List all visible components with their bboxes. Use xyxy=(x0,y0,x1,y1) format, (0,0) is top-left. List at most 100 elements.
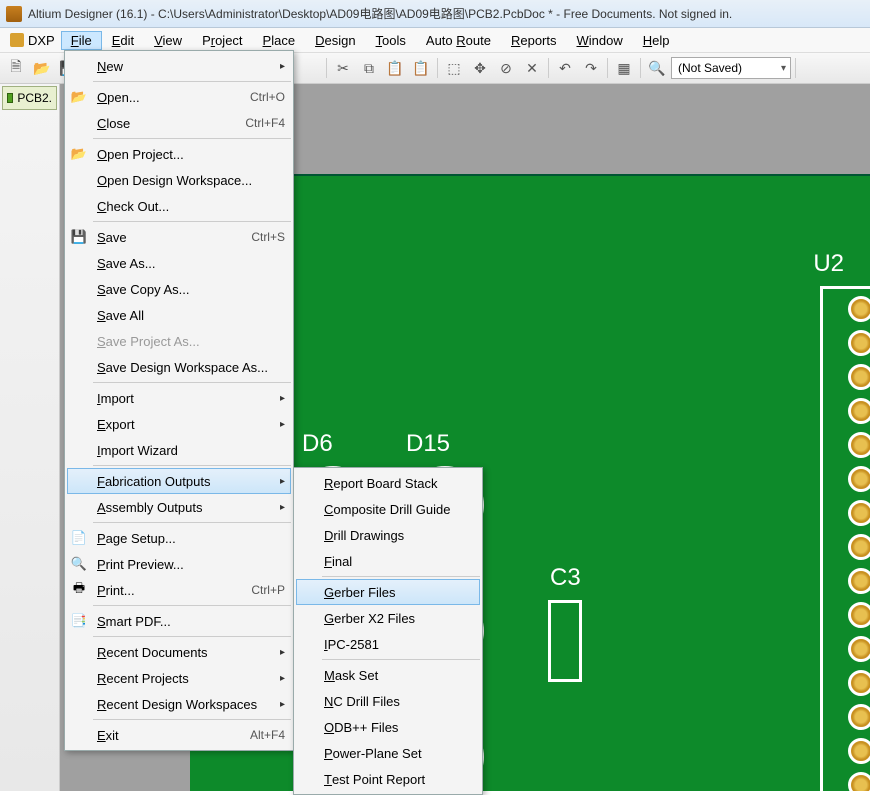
fab-nc-drill-files[interactable]: NC Drill Files xyxy=(296,688,480,714)
blank-icon xyxy=(69,331,89,351)
blank-icon xyxy=(69,642,89,662)
file-menu-save[interactable]: 💾SaveCtrl+S xyxy=(67,224,291,250)
open-icon[interactable]: 📂 xyxy=(30,56,54,80)
open-icon: 📂 xyxy=(69,144,89,164)
dxp-menu[interactable]: DXP xyxy=(4,33,61,48)
move-icon[interactable]: ✥ xyxy=(468,56,492,80)
file-menu-print-preview[interactable]: 🔍Print Preview... xyxy=(67,551,291,577)
fab-drill-drawings[interactable]: Drill Drawings xyxy=(296,522,480,548)
file-menu-recent-projects[interactable]: Recent Projects▸ xyxy=(67,665,291,691)
file-menu-save-design-workspace-as[interactable]: Save Design Workspace As... xyxy=(67,354,291,380)
blank-icon xyxy=(69,440,89,460)
file-menu-recent-documents[interactable]: Recent Documents▸ xyxy=(67,639,291,665)
file-menu-save-project-as: Save Project As... xyxy=(67,328,291,354)
paste-special-icon[interactable]: 📋 xyxy=(409,56,433,80)
file-menu-open-project[interactable]: 📂Open Project... xyxy=(67,141,291,167)
file-menu-recent-design-workspaces[interactable]: Recent Design Workspaces▸ xyxy=(67,691,291,717)
file-menu-dropdown: New▸ 📂Open...Ctrl+OCloseCtrl+F4 📂Open Proj… xyxy=(64,50,294,751)
file-menu-save-all[interactable]: Save All xyxy=(67,302,291,328)
menu-tools[interactable]: Tools xyxy=(366,31,416,50)
file-menu-new[interactable]: New▸ xyxy=(67,53,291,79)
label-d6: D6 xyxy=(302,430,333,458)
page-icon: 📄 xyxy=(69,528,89,548)
menu-design[interactable]: Design xyxy=(305,31,365,50)
fab-report-board-stack[interactable]: Report Board Stack xyxy=(296,470,480,496)
redo-icon[interactable]: ↷ xyxy=(579,56,603,80)
menu-reports[interactable]: Reports xyxy=(501,31,567,50)
file-menu-check-out[interactable]: Check Out... xyxy=(67,193,291,219)
menu-edit[interactable]: Edit xyxy=(102,31,144,50)
open-document-tab[interactable]: PCB2. xyxy=(2,86,57,110)
blank-icon xyxy=(69,357,89,377)
connector-pad xyxy=(848,466,870,492)
paste-icon[interactable]: 📋 xyxy=(383,56,407,80)
fab-ipc-2581[interactable]: IPC-2581 xyxy=(296,631,480,657)
browse-icon[interactable]: 🔍 xyxy=(645,56,669,80)
fab-composite-drill-guide[interactable]: Composite Drill Guide xyxy=(296,496,480,522)
file-menu-assembly-outputs[interactable]: Assembly Outputs▸ xyxy=(67,494,291,520)
menu-help[interactable]: Help xyxy=(633,31,680,50)
connector-pad xyxy=(848,772,870,791)
clear-icon[interactable]: ✕ xyxy=(520,56,544,80)
menu-place[interactable]: Place xyxy=(253,31,306,50)
layer-combo[interactable]: (Not Saved) xyxy=(671,57,791,79)
connector-pad xyxy=(848,364,870,390)
submenu-arrow-icon: ▸ xyxy=(280,502,285,513)
blank-icon xyxy=(69,56,89,76)
app-icon xyxy=(6,6,22,22)
blank-icon xyxy=(69,694,89,714)
menu-window[interactable]: Window xyxy=(567,31,633,50)
menu-file[interactable]: File xyxy=(61,31,102,50)
menu-view[interactable]: View xyxy=(144,31,192,50)
label-d15: D15 xyxy=(406,430,450,458)
fab-gerber-x2-files[interactable]: Gerber X2 Files xyxy=(296,605,480,631)
connector-pad xyxy=(848,432,870,458)
blank-icon xyxy=(69,305,89,325)
menu-project[interactable]: Project xyxy=(192,31,252,50)
file-menu-open[interactable]: 📂Open...Ctrl+O xyxy=(67,84,291,110)
blank-icon xyxy=(69,471,89,491)
file-menu-exit[interactable]: ExitAlt+F4 xyxy=(67,722,291,748)
blank-icon xyxy=(69,170,89,190)
file-menu-close[interactable]: CloseCtrl+F4 xyxy=(67,110,291,136)
file-menu-smart-pdf[interactable]: 📑Smart PDF... xyxy=(67,608,291,634)
cut-icon[interactable]: ✂ xyxy=(331,56,355,80)
connector-pad xyxy=(848,602,870,628)
menu-auto-route[interactable]: Auto Route xyxy=(416,31,501,50)
blank-icon xyxy=(69,196,89,216)
fab-power-plane-set[interactable]: Power-Plane Set xyxy=(296,740,480,766)
new-doc-icon[interactable]: 🗎 xyxy=(4,56,28,80)
select-icon[interactable]: ⬚ xyxy=(442,56,466,80)
connector-pad xyxy=(848,398,870,424)
dxp-icon xyxy=(10,33,24,47)
blank-icon xyxy=(69,414,89,434)
connector-pad xyxy=(848,568,870,594)
undo-icon[interactable]: ↶ xyxy=(553,56,577,80)
file-menu-export[interactable]: Export▸ xyxy=(67,411,291,437)
label-c3: C3 xyxy=(550,564,581,592)
file-menu-open-design-workspace[interactable]: Open Design Workspace... xyxy=(67,167,291,193)
print-icon: 🖶 xyxy=(69,580,89,600)
fab-test-point-report[interactable]: Test Point Report xyxy=(296,766,480,792)
file-menu-page-setup[interactable]: 📄Page Setup... xyxy=(67,525,291,551)
fab-mask-set[interactable]: Mask Set xyxy=(296,662,480,688)
thumbnail-icon[interactable]: ▦ xyxy=(612,56,636,80)
file-menu-print[interactable]: 🖶Print...Ctrl+P xyxy=(67,577,291,603)
label-u2: U2 xyxy=(813,250,844,278)
file-menu-fabrication-outputs[interactable]: Fabrication Outputs▸ xyxy=(67,468,291,494)
deselect-icon[interactable]: ⊘ xyxy=(494,56,518,80)
copy-icon[interactable]: ⧉ xyxy=(357,56,381,80)
window-title: Altium Designer (16.1) - C:\Users\Admini… xyxy=(28,5,732,22)
open-document-label: PCB2. xyxy=(17,91,52,105)
file-menu-save-copy-as[interactable]: Save Copy As... xyxy=(67,276,291,302)
file-menu-import[interactable]: Import▸ xyxy=(67,385,291,411)
fab-gerber-files[interactable]: Gerber Files xyxy=(296,579,480,605)
fab-odb-files[interactable]: ODB++ Files xyxy=(296,714,480,740)
file-menu-import-wizard[interactable]: Import Wizard xyxy=(67,437,291,463)
blank-icon xyxy=(69,497,89,517)
pcb-doc-icon xyxy=(7,93,13,103)
open-icon: 📂 xyxy=(69,87,89,107)
file-menu-save-as[interactable]: Save As... xyxy=(67,250,291,276)
fab-final[interactable]: Final xyxy=(296,548,480,574)
blank-icon xyxy=(69,279,89,299)
